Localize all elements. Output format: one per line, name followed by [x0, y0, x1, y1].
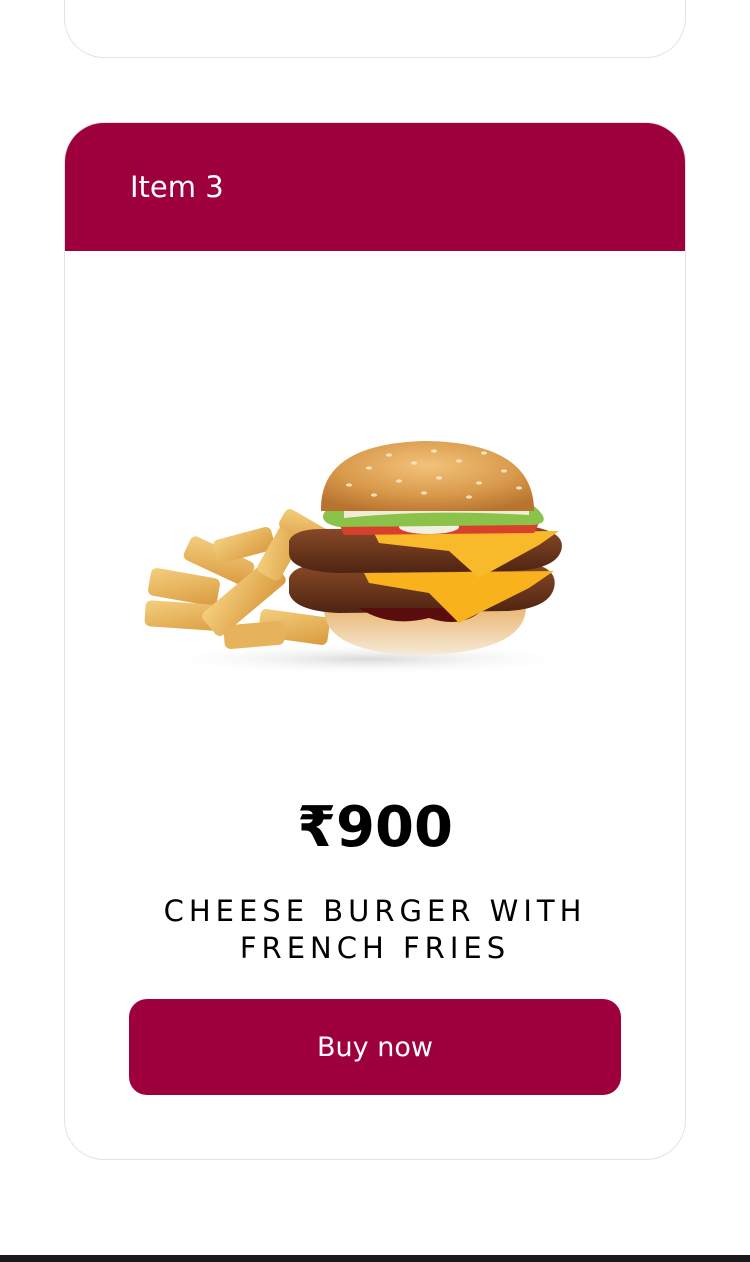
bottom-bar: [0, 1255, 750, 1262]
burger-with-fries-image: [144, 441, 579, 675]
burger: [289, 441, 562, 655]
card-header: Item 3: [65, 123, 685, 251]
product-card: Item 3 ₹900 CHEESE BURGER WITH FRENCH FR…: [64, 122, 686, 1160]
buy-now-button[interactable]: Buy now: [129, 999, 621, 1095]
card-title: Item 3: [130, 170, 224, 204]
previous-card: [64, 0, 686, 58]
price: ₹900: [297, 795, 453, 860]
product-name: CHEESE BURGER WITH FRENCH FRIES: [163, 894, 587, 965]
